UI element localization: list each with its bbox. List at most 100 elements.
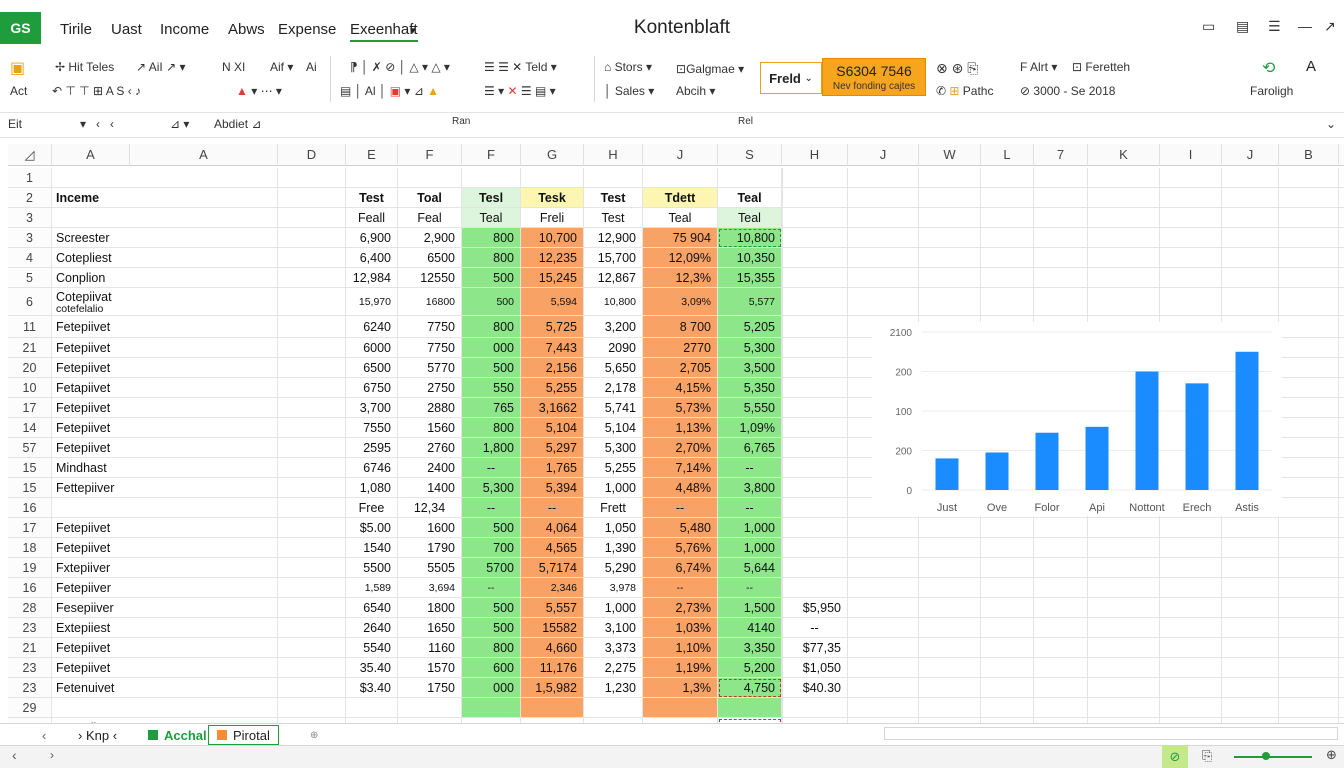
cell[interactable] <box>782 248 848 268</box>
cell[interactable]: 1400 <box>398 478 462 498</box>
cell[interactable] <box>848 228 919 248</box>
cell[interactable] <box>1279 358 1339 378</box>
cell[interactable] <box>1222 618 1279 638</box>
cell[interactable] <box>278 498 346 518</box>
cell[interactable] <box>1034 208 1088 228</box>
cell[interactable]: 2760 <box>398 438 462 458</box>
cell[interactable]: 1,080 <box>346 478 398 498</box>
column-header[interactable]: L <box>981 144 1034 166</box>
cell[interactable] <box>1222 248 1279 268</box>
cell[interactable] <box>1339 316 1344 338</box>
cell[interactable] <box>1160 288 1222 316</box>
row-label[interactable]: Fetepiivet <box>52 418 278 438</box>
chart-bar[interactable] <box>1135 371 1159 491</box>
cell[interactable]: 5,76% <box>643 538 718 558</box>
cell[interactable]: 7,443 <box>521 338 584 358</box>
cell[interactable] <box>919 518 981 538</box>
cell[interactable] <box>643 698 718 718</box>
cell[interactable]: 5,255 <box>521 378 584 398</box>
cell[interactable]: 5,104 <box>584 418 643 438</box>
cell[interactable]: 3,09% <box>643 288 718 316</box>
cell[interactable]: 5505 <box>398 558 462 578</box>
row-label[interactable]: Mindhast <box>52 458 278 478</box>
cell[interactable] <box>1339 578 1344 598</box>
cell[interactable]: 1,5,982 <box>521 678 584 698</box>
row-label[interactable] <box>52 498 278 518</box>
cell[interactable] <box>981 268 1034 288</box>
select-all-corner[interactable]: ◿ <box>8 144 52 166</box>
row-header[interactable]: 16 <box>8 498 52 518</box>
cell[interactable]: 5,650 <box>584 358 643 378</box>
cell[interactable]: 1,800 <box>462 438 521 458</box>
cell[interactable] <box>278 188 346 208</box>
cell[interactable]: 1,10% <box>643 638 718 658</box>
cell[interactable]: 5540 <box>346 638 398 658</box>
cell[interactable]: 1,000 <box>718 538 782 558</box>
cell[interactable]: 5,550 <box>718 398 782 418</box>
cell[interactable]: 12550 <box>398 268 462 288</box>
cell[interactable] <box>1279 458 1339 478</box>
row-label[interactable]: Fetepiivet <box>52 316 278 338</box>
cell[interactable]: 10,700 <box>521 228 584 248</box>
cell[interactable] <box>1088 698 1160 718</box>
cell[interactable]: Frett <box>584 498 643 518</box>
cell[interactable]: 000 <box>462 678 521 698</box>
ribbon-styles[interactable]: ⌂ Stors ▾ <box>604 60 652 74</box>
cell[interactable]: 4,15% <box>643 378 718 398</box>
zoom-slider[interactable] <box>1234 756 1312 758</box>
cell[interactable] <box>848 558 919 578</box>
cell[interactable] <box>1279 438 1339 458</box>
row-label[interactable]: Cotepiivat cotefelalio <box>52 288 278 316</box>
cell[interactable] <box>1034 698 1088 718</box>
cell[interactable] <box>1034 598 1088 618</box>
cell[interactable] <box>848 538 919 558</box>
cell[interactable] <box>981 188 1034 208</box>
cell[interactable] <box>346 168 398 188</box>
row-label[interactable]: Fetepiivet <box>52 658 278 678</box>
cell[interactable] <box>1339 338 1344 358</box>
cell[interactable]: 1570 <box>398 658 462 678</box>
cell[interactable]: 6,765 <box>718 438 782 458</box>
cell[interactable] <box>1279 498 1339 518</box>
row-header[interactable]: 28 <box>8 598 52 618</box>
cell[interactable] <box>782 338 848 358</box>
cell[interactable] <box>346 698 398 718</box>
cell[interactable] <box>1088 228 1160 248</box>
cell[interactable] <box>919 268 981 288</box>
cell[interactable] <box>782 438 848 458</box>
cell[interactable]: 1,390 <box>584 538 643 558</box>
cell[interactable]: 10,800 <box>584 288 643 316</box>
column-header[interactable]: W <box>919 144 981 166</box>
row-header[interactable]: 14 <box>8 418 52 438</box>
cell[interactable]: 6240 <box>346 316 398 338</box>
cell[interactable]: 5700 <box>462 558 521 578</box>
cell[interactable] <box>1339 378 1344 398</box>
cell[interactable]: 12,867 <box>584 268 643 288</box>
cell[interactable]: $1,050 <box>782 658 848 678</box>
cell[interactable]: 3,978 <box>584 578 643 598</box>
cell[interactable] <box>1222 288 1279 316</box>
cell[interactable] <box>782 208 848 228</box>
cell[interactable] <box>278 358 346 378</box>
cell[interactable]: 15,970 <box>346 288 398 316</box>
cell[interactable]: 6,400 <box>346 248 398 268</box>
cell[interactable]: 800 <box>462 638 521 658</box>
cell[interactable] <box>981 658 1034 678</box>
ribbon-font-size[interactable]: ↗ AiI ↗ ▾ <box>136 60 186 74</box>
cell[interactable]: 5,200 <box>718 658 782 678</box>
cell[interactable]: 2880 <box>398 398 462 418</box>
column-header[interactable]: K <box>1088 144 1160 166</box>
row-header[interactable]: 16 <box>8 578 52 598</box>
column-header[interactable]: J <box>1222 144 1279 166</box>
cell[interactable] <box>1222 698 1279 718</box>
row-header[interactable]: 10 <box>8 378 52 398</box>
cell[interactable] <box>278 398 346 418</box>
cell[interactable] <box>1222 268 1279 288</box>
column-header[interactable]: B <box>1279 144 1339 166</box>
row-header[interactable]: 21 <box>8 338 52 358</box>
cell[interactable]: 5,725 <box>521 316 584 338</box>
menu-abws[interactable]: Abws <box>228 21 265 38</box>
cell[interactable] <box>782 478 848 498</box>
cell[interactable] <box>1034 188 1088 208</box>
cell[interactable]: 5,644 <box>718 558 782 578</box>
